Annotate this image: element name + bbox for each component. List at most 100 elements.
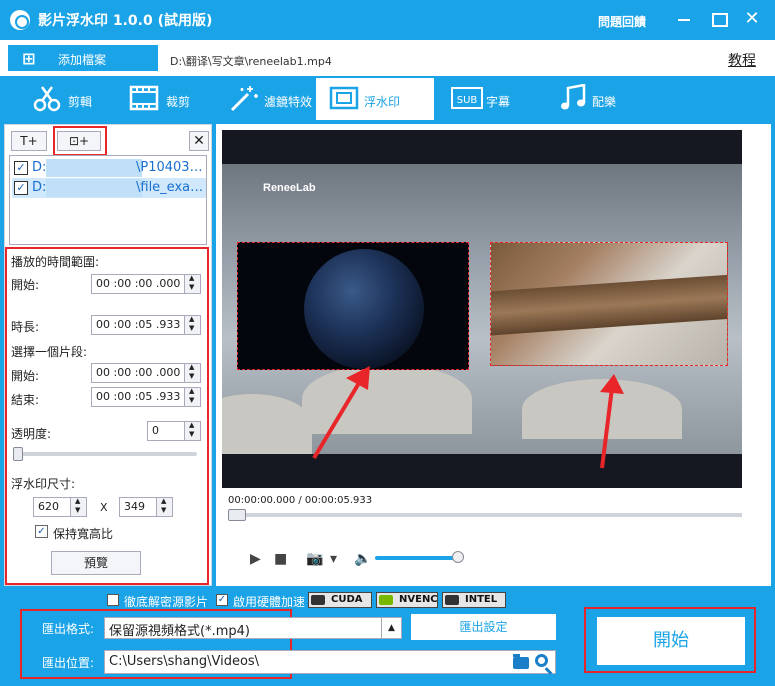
maximize-icon[interactable] xyxy=(706,8,730,30)
size-separator: X xyxy=(100,501,108,514)
progress-handle[interactable] xyxy=(228,509,246,521)
intel-badge: INTEL xyxy=(442,592,506,608)
spinner-arrows-icon[interactable] xyxy=(70,497,86,516)
file-checkbox[interactable]: ✓ xyxy=(14,161,28,175)
blurred-path-segment xyxy=(46,179,142,197)
keep-ratio-checkbox[interactable]: ✓ xyxy=(35,525,48,538)
duration-label: 時長: xyxy=(11,320,40,334)
add-file-button[interactable]: ⊞ 添加檔案 xyxy=(8,45,158,71)
magic-wand-icon xyxy=(230,86,258,112)
start-button[interactable]: 開始 xyxy=(597,617,745,665)
output-location-field[interactable]: C:\Users\shang\Videos\ xyxy=(104,650,556,674)
output-location-label: 匯出位置: xyxy=(42,656,95,670)
music-note-icon xyxy=(561,84,586,110)
list-item[interactable]: ✓ D: \P10403… xyxy=(12,158,206,178)
cuda-badge: CUDA xyxy=(308,592,372,608)
title-bar: 影片浮水印 1.0.0 (試用版) 問題回饋 ✕ xyxy=(0,0,775,40)
snapshot-dropdown-icon[interactable]: ▾ xyxy=(330,551,337,567)
segment-end-input[interactable]: 00 :00 :05 .933 xyxy=(91,387,201,407)
opacity-slider-handle[interactable] xyxy=(13,447,23,461)
opacity-label: 透明度: xyxy=(11,427,52,441)
app-title: 影片浮水印 1.0.0 (試用版) xyxy=(38,13,213,29)
width-value: 620 xyxy=(38,500,59,513)
tab-filters[interactable]: 濾鏡特效 xyxy=(228,78,316,120)
list-item[interactable]: ✓ D: \file_exa… xyxy=(12,178,206,198)
spinner-arrows-icon[interactable] xyxy=(184,363,200,382)
tab-crop[interactable]: 裁剪 xyxy=(128,78,208,120)
output-format-label: 匯出格式: xyxy=(42,622,95,636)
watermark-file-list[interactable]: ✓ D: \P10403… ✓ D: \file_exa… xyxy=(9,155,207,245)
watermark-frame-icon xyxy=(329,86,359,110)
playback-time: 00:00:00.000 / 00:00:05.933 xyxy=(228,495,373,506)
tab-subtitle-label: 字幕 xyxy=(486,95,511,109)
tab-watermark-label: 浮水印 xyxy=(364,95,401,109)
nvidia-icon xyxy=(311,595,325,605)
start-time-input[interactable]: 00 :00 :00 .000 xyxy=(91,274,201,294)
crop-film-icon xyxy=(129,85,159,111)
width-input[interactable]: 620 xyxy=(33,497,87,517)
tab-trim-label: 剪輯 xyxy=(68,95,93,109)
output-format-select[interactable]: 保留源視頻格式(*.mp4) ▲ xyxy=(104,617,402,639)
height-input[interactable]: 349 xyxy=(119,497,173,517)
tab-watermark[interactable]: 浮水印 xyxy=(316,78,434,120)
minimize-icon[interactable] xyxy=(672,8,696,30)
spinner-arrows-icon[interactable] xyxy=(184,274,200,293)
hardware-accel-checkbox[interactable]: ✓ xyxy=(216,594,228,606)
decrypt-source-label: 徹底解密源影片 xyxy=(124,595,209,609)
preview-button[interactable]: 預覽 xyxy=(51,551,141,575)
watermark-size-label: 浮水印尺寸: xyxy=(11,477,76,491)
spinner-arrows-icon[interactable] xyxy=(184,421,200,440)
file-checkbox[interactable]: ✓ xyxy=(14,181,28,195)
tab-music[interactable]: 配樂 xyxy=(558,78,638,120)
stop-icon[interactable]: ■ xyxy=(274,551,287,567)
segment-end-value: 00 :00 :05 .933 xyxy=(96,390,181,403)
feedback-link[interactable]: 問題回饋 xyxy=(598,13,646,30)
watermark-settings-panel: T+ ⊡+ ✕ ✓ D: \P10403… ✓ D: \file_exa… 播放… xyxy=(4,124,212,586)
snapshot-icon[interactable]: 📷 xyxy=(306,551,323,567)
segment-start-input[interactable]: 00 :00 :00 .000 xyxy=(91,363,201,383)
tab-bar: 剪輯 裁剪 濾鏡特效 浮水印 SUB 字幕 配樂 xyxy=(0,76,775,120)
nvidia-icon xyxy=(379,595,393,605)
opacity-input[interactable]: 0 xyxy=(147,421,201,441)
remove-watermark-icon[interactable]: ✕ xyxy=(189,131,209,151)
volume-icon[interactable]: 🔈 xyxy=(354,551,371,567)
output-format-value: 保留源視頻格式(*.mp4) xyxy=(109,624,250,639)
add-file-label: 添加檔案 xyxy=(58,53,107,67)
add-text-watermark-button[interactable]: T+ xyxy=(11,131,47,151)
tab-music-label: 配樂 xyxy=(592,95,617,109)
nvenc-badge: NVENC xyxy=(376,592,438,608)
svg-text:SUB: SUB xyxy=(457,95,478,106)
spinner-arrows-icon[interactable] xyxy=(184,315,200,334)
intel-icon xyxy=(445,595,459,605)
cuda-label: CUDA xyxy=(331,594,363,605)
keep-ratio-label: 保持寬高比 xyxy=(53,527,114,541)
annotation-arrows xyxy=(312,366,624,469)
dropdown-arrow-icon[interactable]: ▲ xyxy=(381,618,401,638)
duration-input[interactable]: 00 :00 :05 .933 xyxy=(91,315,201,335)
app-logo-icon xyxy=(10,10,30,30)
spinner-arrows-icon[interactable] xyxy=(156,497,172,516)
decrypt-source-checkbox[interactable] xyxy=(107,594,119,606)
file-drive: D: xyxy=(32,160,47,175)
spinner-arrows-icon[interactable] xyxy=(184,387,200,406)
progress-track[interactable] xyxy=(228,513,742,517)
add-image-watermark-button[interactable]: ⊡+ xyxy=(57,131,101,151)
tutorial-link[interactable]: 教程 xyxy=(728,50,756,70)
file-path-bar: ⊞ 添加檔案 D:\翻译\写文章\reneelab1.mp4 教程 xyxy=(0,40,775,76)
volume-slider-handle[interactable] xyxy=(452,551,464,563)
play-icon[interactable]: ▶ xyxy=(250,551,261,567)
segment-label: 選擇一個片段: xyxy=(11,345,88,359)
start-time-value: 00 :00 :00 .000 xyxy=(96,277,181,290)
output-settings-button[interactable]: 匯出設定 xyxy=(411,614,556,640)
tab-subtitle[interactable]: SUB 字幕 xyxy=(450,78,530,120)
scissors-icon xyxy=(33,86,61,112)
file-name: \file_exa… xyxy=(136,180,204,195)
nvenc-label: NVENC xyxy=(399,594,438,605)
intel-label: INTEL xyxy=(465,594,498,605)
volume-slider-track[interactable] xyxy=(375,556,459,560)
opacity-slider-track[interactable] xyxy=(13,452,197,456)
folder-icon[interactable] xyxy=(513,654,529,669)
search-icon[interactable] xyxy=(535,654,548,667)
tab-trim[interactable]: 剪輯 xyxy=(30,78,100,120)
close-icon[interactable]: ✕ xyxy=(740,8,764,30)
